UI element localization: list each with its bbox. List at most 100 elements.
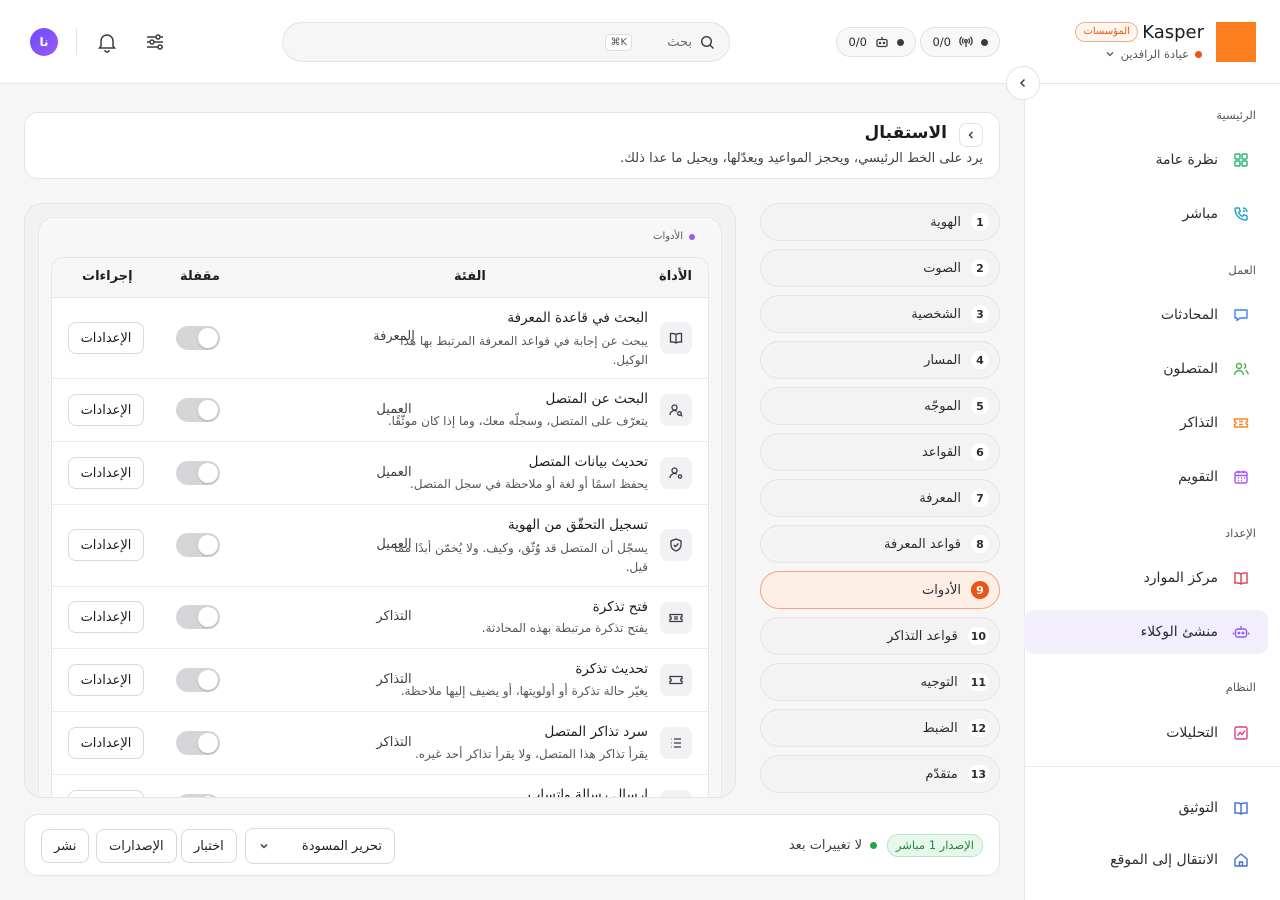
locked-toggle[interactable] — [176, 398, 220, 422]
back-button[interactable] — [959, 123, 983, 147]
select-value: تحرير المسودة — [301, 838, 382, 854]
step-label: القواعد — [921, 444, 961, 460]
sliders-icon[interactable] — [143, 30, 167, 54]
step-knowledge-bases[interactable]: 8 قواعد المعرفة — [760, 525, 1000, 563]
locked-toggle[interactable] — [176, 533, 220, 557]
sidebar-item-label: نظرة عامة — [1155, 152, 1218, 168]
brand-logo[interactable] — [1216, 22, 1256, 62]
search-shortcut: ⌘K — [605, 33, 632, 51]
step-label: الشخصية — [911, 306, 961, 322]
step-number: 11 — [967, 673, 989, 691]
tool-category: التذاكر — [376, 672, 412, 687]
step-number: 3 — [971, 305, 989, 323]
locked-toggle[interactable] — [176, 326, 220, 350]
publish-button[interactable]: نشر — [41, 829, 90, 863]
locked-toggle[interactable] — [176, 461, 220, 485]
test-button[interactable]: اختبار — [181, 829, 237, 863]
step-number: 6 — [971, 443, 989, 461]
sidebar-item-label: التوثيق — [1178, 800, 1218, 816]
home-icon — [1232, 851, 1250, 869]
sidebar: الرئيسية نظرة عامة مباشر العمل المحادثات… — [1024, 84, 1280, 900]
locked-toggle[interactable] — [176, 794, 220, 797]
chat-icon — [1232, 306, 1250, 324]
locked-toggle[interactable] — [176, 605, 220, 629]
table-header: الأداة الفئة مقفلة إجراءات — [52, 258, 708, 298]
step-routing[interactable]: 11 التوجيه — [760, 663, 1000, 701]
sidebar-item-go-to-site[interactable]: الانتقال إلى الموقع — [1024, 838, 1268, 882]
locked-toggle[interactable] — [176, 731, 220, 755]
versions-button[interactable]: الإصدارات — [96, 829, 177, 863]
sidebar-item-conversations[interactable]: المحادثات — [1024, 293, 1268, 337]
table-row: سرد تذاكر المتصل يقرأ تذاكر هذا المتصل، … — [52, 712, 708, 775]
settings-button[interactable]: الإعدادات — [68, 601, 144, 633]
settings-button[interactable]: الإعدادات — [68, 664, 144, 696]
agent-header-card: الاستقبال يرد على الخط الرئيسي، ويحجز ال… — [24, 112, 1000, 179]
sidebar-item-overview[interactable]: نظرة عامة — [1024, 138, 1268, 182]
org-status-dot — [1195, 50, 1202, 58]
settings-button[interactable]: الإعدادات — [68, 727, 144, 759]
org-switcher[interactable]: عيادة الرافدين — [1105, 47, 1202, 61]
status-text: لا تغييرات بعد — [788, 838, 862, 853]
ticket-icon — [660, 602, 692, 634]
sidebar-item-resources[interactable]: مركز الموارد — [1024, 556, 1268, 600]
active-agents-chip[interactable]: 0/0 — [836, 27, 916, 57]
live-calls-chip[interactable]: 0/0 — [920, 27, 1000, 57]
search-input[interactable] — [640, 34, 692, 50]
tool-name: البحث عن المتصل — [545, 391, 649, 407]
sidebar-item-tickets[interactable]: التذاكر — [1024, 401, 1268, 445]
tool-category: التذاكر — [376, 735, 412, 750]
section-label-system: النظام — [1225, 680, 1256, 694]
step-label: المعرفة — [919, 490, 961, 506]
settings-button[interactable]: الإعدادات — [68, 394, 144, 426]
step-tuning[interactable]: 12 الضبط — [760, 709, 1000, 747]
step-number: 12 — [967, 719, 989, 737]
sidebar-collapse-button[interactable] — [1006, 66, 1040, 100]
sidebar-item-calendar[interactable]: التقويم — [1024, 455, 1268, 499]
settings-button[interactable]: الإعدادات — [68, 457, 144, 489]
sidebar-item-label: المحادثات — [1160, 307, 1218, 323]
section-label-setup: الإعداد — [1225, 526, 1256, 540]
tool-category: المعرفة — [373, 329, 415, 344]
tool-name: ارسال رسالة واتساب — [527, 787, 648, 798]
message-icon — [660, 790, 692, 797]
step-persona[interactable]: 3 الشخصية — [760, 295, 1000, 333]
step-advanced[interactable]: 13 متقدّم — [760, 755, 1000, 793]
step-identity[interactable]: 1 الهوية — [760, 203, 1000, 241]
step-number: 1 — [971, 213, 989, 231]
user-search-icon — [660, 394, 692, 426]
brand-name: Kasper — [1142, 22, 1204, 43]
sidebar-item-label: التحليلات — [1166, 725, 1218, 741]
sidebar-item-label: الانتقال إلى الموقع — [1110, 852, 1218, 868]
step-flow[interactable]: 4 المسار — [760, 341, 1000, 379]
search-box[interactable]: ⌘K — [282, 22, 730, 62]
sidebar-item-docs[interactable]: التوثيق — [1024, 786, 1268, 830]
top-bar: Kasper المؤسسات عيادة الرافدين 0/0 0/0 ⌘… — [0, 0, 1280, 84]
sidebar-item-agent-builder[interactable]: منشئ الوكلاء — [1024, 610, 1268, 654]
step-ticket-rules[interactable]: 10 قواعد التذاكر — [760, 617, 1000, 655]
step-rules[interactable]: 6 القواعد — [760, 433, 1000, 471]
settings-button[interactable]: الإعدادات — [68, 790, 144, 797]
broadcast-icon — [959, 35, 973, 49]
org-name: عيادة الرافدين — [1120, 47, 1189, 61]
settings-button[interactable]: الإعدادات — [68, 529, 144, 561]
tool-name: سرد تذاكر المتصل — [544, 724, 649, 740]
edit-mode-select[interactable]: تحرير المسودة — [245, 828, 395, 864]
tool-category: العميل — [376, 537, 412, 552]
bell-icon[interactable] — [95, 30, 119, 54]
sidebar-item-callers[interactable]: المتصلون — [1024, 347, 1268, 391]
tools-table: الأداة الفئة مقفلة إجراءات البحث في قاعد… — [51, 257, 709, 798]
step-knowledge[interactable]: 7 المعرفة — [760, 479, 1000, 517]
step-tools[interactable]: 9 الأدوات — [760, 571, 1000, 609]
sidebar-item-live[interactable]: مباشر — [1024, 192, 1268, 236]
robot-icon — [875, 35, 889, 49]
user-avatar[interactable]: نا — [30, 28, 58, 56]
step-prompt[interactable]: 5 الموجّه — [760, 387, 1000, 425]
step-voice[interactable]: 2 الصوت — [760, 249, 1000, 287]
settings-button[interactable]: الإعدادات — [68, 322, 144, 354]
publish-bar: الإصدار 1 مباشر لا تغييرات بعد تحرير الم… — [24, 814, 1000, 876]
locked-toggle[interactable] — [176, 668, 220, 692]
step-number: 13 — [967, 765, 989, 783]
sidebar-item-analytics[interactable]: التحليلات — [1024, 711, 1268, 755]
chevron-left-icon — [966, 130, 976, 140]
step-label: الضبط — [922, 720, 958, 736]
